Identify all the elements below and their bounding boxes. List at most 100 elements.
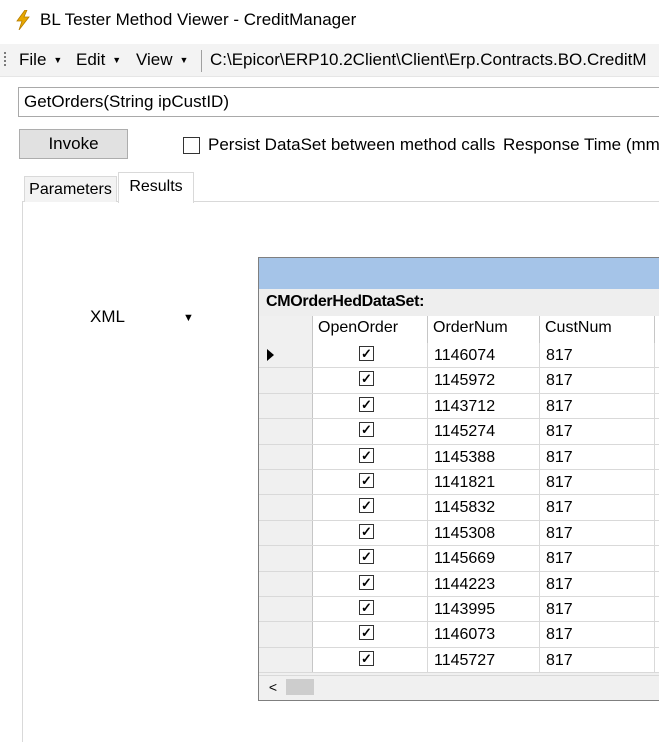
chevron-down-icon[interactable]: ▼ [183, 312, 194, 324]
row-selector[interactable] [259, 546, 313, 571]
cell-truncated[interactable] [655, 622, 659, 646]
cell-ordernum[interactable]: 1143995 [428, 596, 540, 622]
openorder-checkbox[interactable]: ✓ [359, 650, 374, 666]
openorder-checkbox[interactable]: ✓ [359, 422, 374, 438]
table-row[interactable]: ✓ 1143712 817 [259, 393, 659, 420]
cell-openorder[interactable]: ✓ [313, 546, 428, 571]
cell-ordernum[interactable]: 1146073 [428, 622, 540, 647]
cell-truncated[interactable] [655, 343, 659, 367]
cell-ordernum[interactable]: 1145274 [428, 419, 540, 444]
cell-openorder[interactable]: ✓ [313, 343, 428, 368]
cell-truncated[interactable] [655, 445, 659, 469]
row-selector[interactable] [259, 596, 313, 622]
row-selector[interactable] [259, 469, 313, 495]
tab-parameters[interactable]: Parameters [24, 176, 117, 202]
openorder-checkbox[interactable]: ✓ [359, 498, 374, 514]
openorder-checkbox[interactable]: ✓ [359, 625, 374, 641]
table-row[interactable]: ✓ 1144223 817 [259, 571, 659, 597]
scroll-left-icon[interactable]: < [262, 679, 284, 695]
cell-truncated[interactable] [655, 495, 659, 519]
openorder-checkbox[interactable]: ✓ [359, 447, 374, 463]
cell-custnum[interactable]: 817 [540, 546, 655, 571]
openorder-checkbox[interactable]: ✓ [359, 549, 374, 565]
horizontal-scrollbar[interactable]: < [259, 675, 659, 698]
menu-view[interactable]: View ▼ [136, 50, 188, 70]
cell-ordernum[interactable]: 1145308 [428, 520, 540, 546]
table-row[interactable]: ✓ 1145832 817 [259, 495, 659, 521]
row-selector[interactable] [259, 622, 313, 647]
table-row[interactable]: ✓ 1141821 817 [259, 469, 659, 496]
openorder-checkbox[interactable]: ✓ [359, 523, 374, 539]
cell-custnum[interactable]: 817 [540, 368, 655, 393]
cell-custnum[interactable]: 817 [540, 469, 655, 495]
openorder-checkbox[interactable]: ✓ [359, 599, 374, 615]
cell-custnum[interactable]: 817 [540, 647, 655, 673]
cell-openorder[interactable]: ✓ [313, 571, 428, 596]
table-row[interactable]: ✓ 1145727 817 [259, 647, 659, 674]
column-header-ordernum[interactable]: OrderNum [428, 316, 540, 343]
cell-truncated[interactable] [655, 394, 659, 418]
cell-truncated[interactable] [655, 521, 659, 545]
cell-openorder[interactable]: ✓ [313, 368, 428, 393]
cell-ordernum[interactable]: 1144223 [428, 571, 540, 596]
cell-custnum[interactable]: 817 [540, 444, 655, 469]
cell-ordernum[interactable]: 1141821 [428, 469, 540, 495]
row-selector[interactable] [259, 647, 313, 673]
cell-openorder[interactable]: ✓ [313, 469, 428, 495]
toolbar-grip[interactable] [4, 52, 6, 68]
cell-ordernum[interactable]: 1145727 [428, 647, 540, 673]
table-row[interactable]: ✓ 1145388 817 [259, 444, 659, 470]
cell-custnum[interactable]: 817 [540, 419, 655, 444]
row-selector[interactable] [259, 393, 313, 419]
cell-ordernum[interactable]: 1145972 [428, 368, 540, 393]
table-row[interactable]: ✓ 1143995 817 [259, 596, 659, 623]
table-row[interactable]: ✓ 1145274 817 [259, 419, 659, 445]
cell-ordernum[interactable]: 1145388 [428, 444, 540, 469]
row-selector[interactable] [259, 520, 313, 546]
cell-openorder[interactable]: ✓ [313, 419, 428, 444]
column-header-custnum[interactable]: CustNum [540, 316, 655, 343]
table-row[interactable]: ✓ 1146074 817 [259, 343, 659, 369]
cell-openorder[interactable]: ✓ [313, 647, 428, 673]
cell-custnum[interactable]: 817 [540, 495, 655, 520]
cell-ordernum[interactable]: 1145669 [428, 546, 540, 571]
cell-openorder[interactable]: ✓ [313, 622, 428, 647]
table-row[interactable]: ✓ 1145669 817 [259, 546, 659, 572]
menu-edit[interactable]: Edit ▼ [76, 50, 121, 70]
openorder-checkbox[interactable]: ✓ [359, 371, 374, 387]
cell-truncated[interactable] [655, 546, 659, 570]
cell-custnum[interactable]: 817 [540, 571, 655, 596]
row-selector[interactable] [259, 495, 313, 520]
cell-openorder[interactable]: ✓ [313, 520, 428, 546]
table-row[interactable]: ✓ 1146073 817 [259, 622, 659, 648]
row-selector[interactable] [259, 419, 313, 444]
openorder-checkbox[interactable]: ✓ [359, 346, 374, 361]
cell-openorder[interactable]: ✓ [313, 393, 428, 419]
cell-truncated[interactable] [655, 368, 659, 392]
row-selector[interactable] [259, 444, 313, 469]
results-grid[interactable]: CMOrderHedDataSet: OpenOrder OrderNum Cu… [258, 257, 659, 701]
cell-custnum[interactable]: 817 [540, 520, 655, 546]
cell-truncated[interactable] [655, 470, 659, 494]
openorder-checkbox[interactable]: ✓ [359, 396, 374, 412]
cell-openorder[interactable]: ✓ [313, 495, 428, 520]
tab-results[interactable]: Results [118, 172, 194, 203]
row-selector[interactable] [259, 571, 313, 596]
openorder-checkbox[interactable]: ✓ [359, 574, 374, 590]
cell-ordernum[interactable]: 1145832 [428, 495, 540, 520]
cell-truncated[interactable] [655, 419, 659, 443]
invoke-button[interactable]: Invoke [19, 129, 128, 159]
row-selector[interactable] [259, 343, 313, 368]
table-row[interactable]: ✓ 1145972 817 [259, 368, 659, 394]
cell-custnum[interactable]: 817 [540, 622, 655, 647]
output-format-value[interactable]: XML [90, 307, 125, 327]
row-selector[interactable] [259, 368, 313, 393]
cell-truncated[interactable] [655, 597, 659, 621]
persist-dataset-checkbox[interactable] [183, 137, 200, 154]
cell-openorder[interactable]: ✓ [313, 596, 428, 622]
cell-truncated[interactable] [655, 648, 659, 672]
column-header-openorder[interactable]: OpenOrder [313, 316, 428, 343]
cell-custnum[interactable]: 817 [540, 393, 655, 419]
scroll-thumb[interactable] [286, 679, 314, 695]
menu-file[interactable]: File ▼ [19, 50, 62, 70]
